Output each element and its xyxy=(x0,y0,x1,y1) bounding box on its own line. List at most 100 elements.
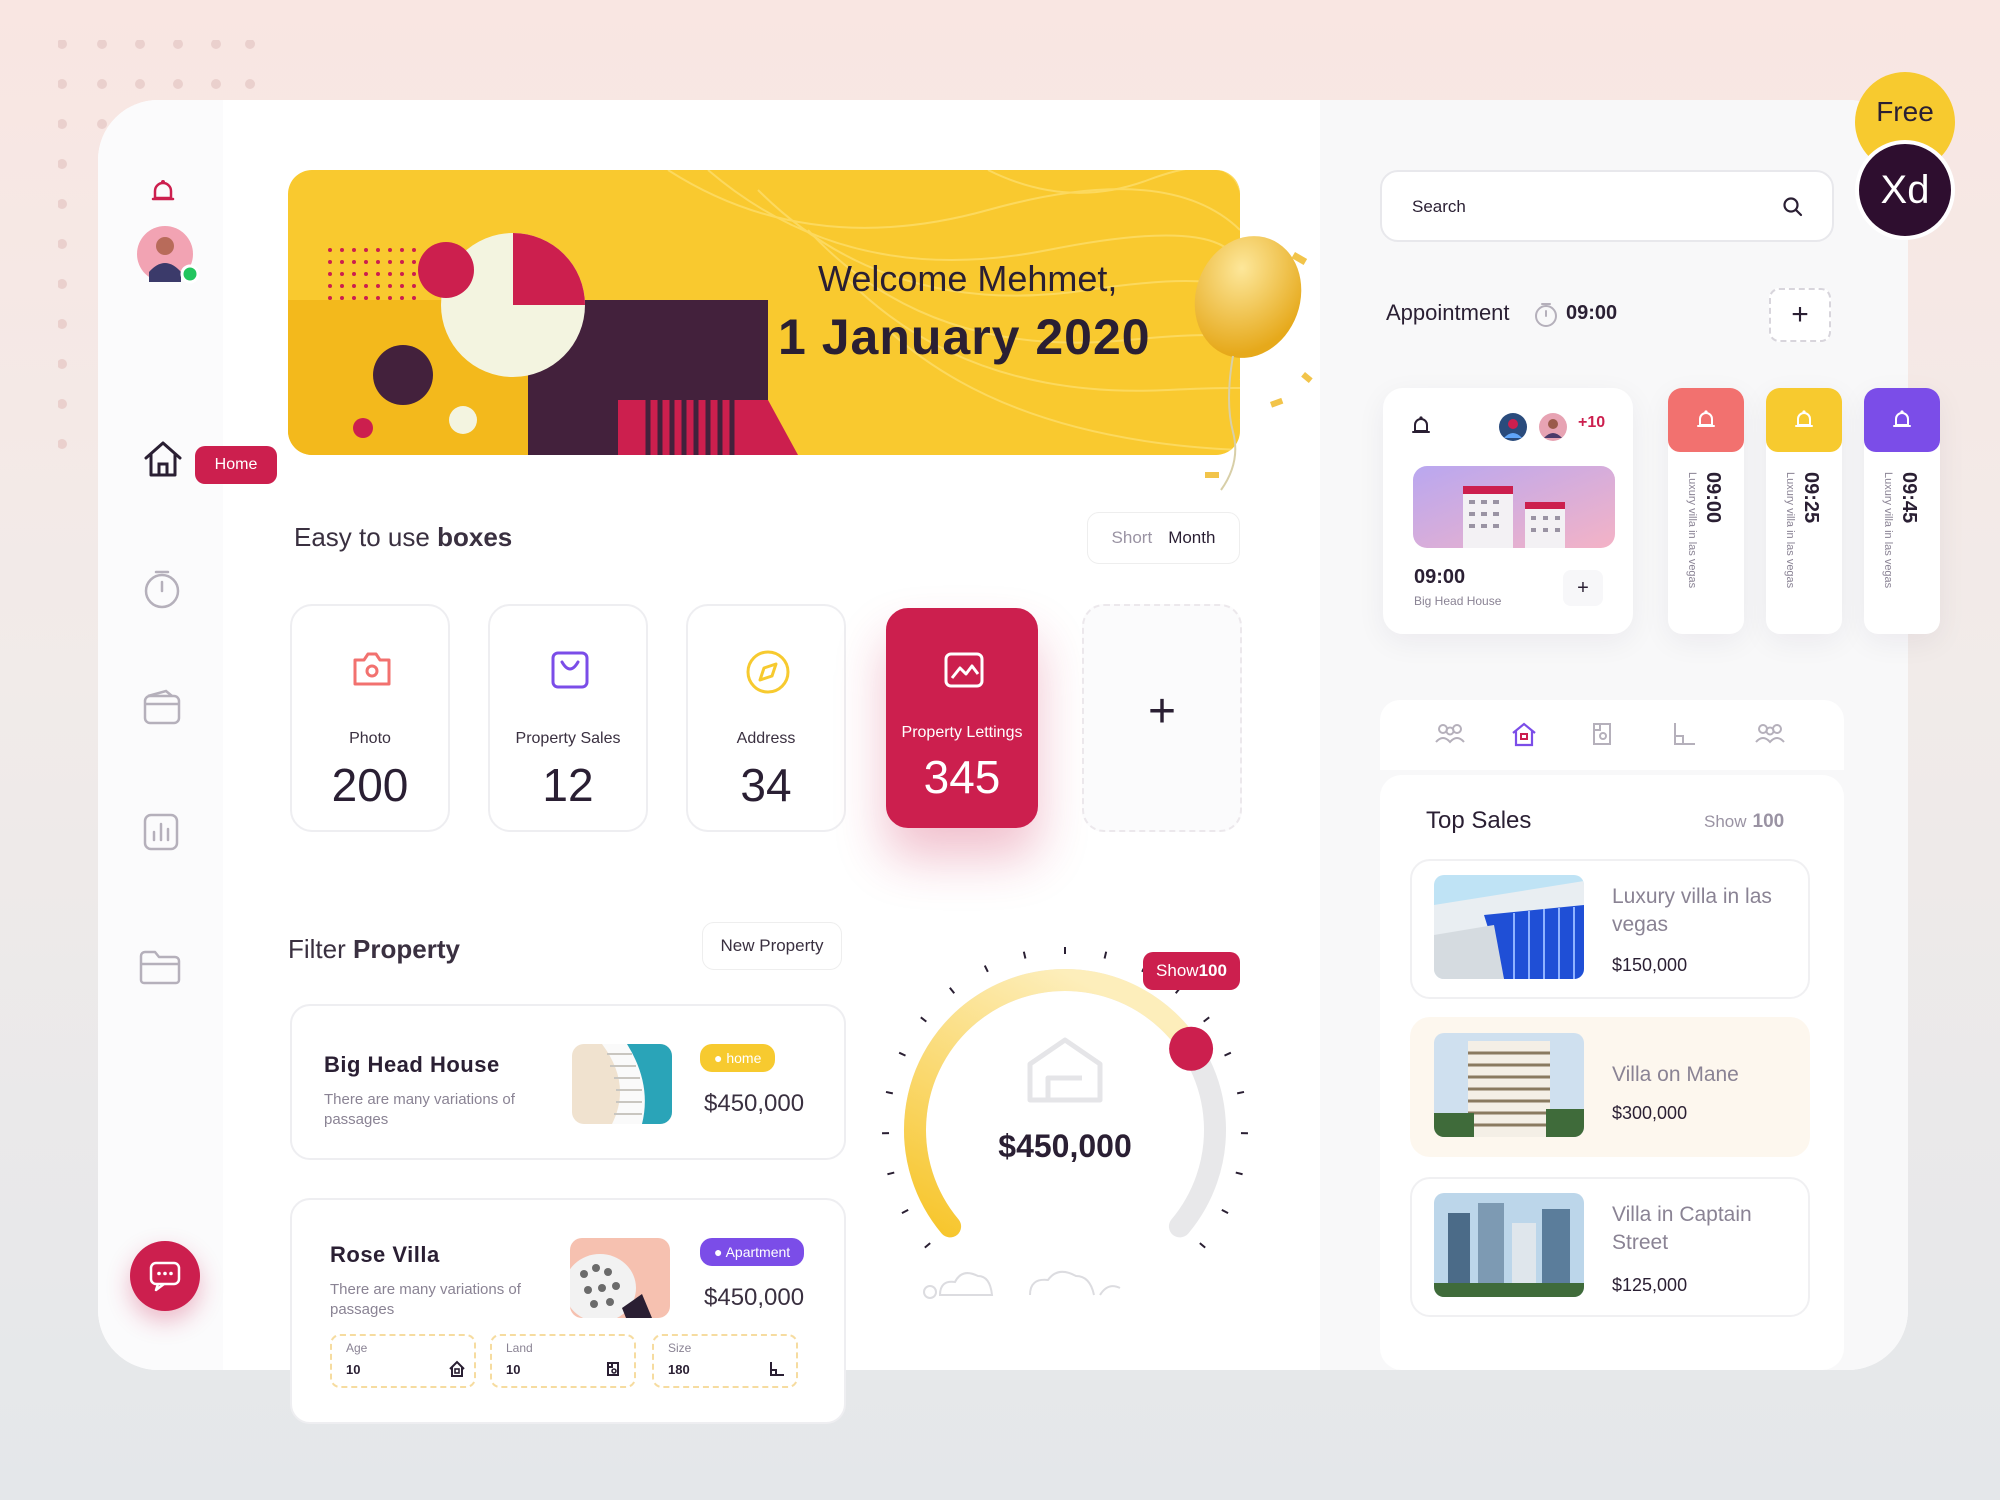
bell-icon xyxy=(1411,414,1431,438)
home-tooltip: Home xyxy=(195,446,277,484)
property-price: $450,000 xyxy=(704,1090,805,1117)
mini-card-header xyxy=(1668,388,1744,452)
property-thumbnail xyxy=(570,1238,670,1318)
add-appointment-button[interactable]: + xyxy=(1769,288,1831,342)
stat-label: Property Lettings xyxy=(901,724,1023,741)
sales-filter-tabs xyxy=(1380,700,1844,770)
appointment-card-add-button[interactable]: + xyxy=(1563,570,1603,606)
land-icon xyxy=(604,1360,622,1378)
sale-price: $300,000 xyxy=(1612,1103,1688,1123)
stat-box-property-lettings[interactable]: Property Lettings 345 xyxy=(886,608,1038,828)
welcome-greeting: Welcome Mehmet, xyxy=(818,258,1118,299)
people-icon[interactable] xyxy=(1754,722,1786,746)
size-icon[interactable] xyxy=(1670,720,1698,748)
appointment-card-time: 09:00 xyxy=(1414,566,1466,588)
size-icon xyxy=(768,1360,786,1378)
balloon-icon xyxy=(1194,236,1313,491)
spec-size: Size 180 xyxy=(652,1334,798,1388)
sale-item[interactable]: Luxury villa in las vegas $150,000 xyxy=(1410,859,1810,999)
sale-thumbnail xyxy=(1434,1193,1584,1297)
mini-card-desc: Luxury villa in las vegas xyxy=(1882,472,1894,589)
avatar[interactable] xyxy=(137,226,199,288)
sale-price: $150,000 xyxy=(1612,955,1688,975)
top-sales-panel: Top Sales Show 100 Luxury villa in las ve… xyxy=(1380,775,1844,1370)
property-description: There are many variations of passages xyxy=(330,1281,521,1318)
folder-icon[interactable] xyxy=(138,948,182,986)
gauge-tick xyxy=(1103,951,1108,959)
people-icon[interactable] xyxy=(1434,722,1466,746)
mini-card-time: 09:25 xyxy=(1800,472,1822,524)
gauge-tick xyxy=(887,1171,895,1176)
gauge-value: $450,000 xyxy=(998,1128,1132,1164)
home-icon[interactable] xyxy=(1510,720,1538,748)
gauge-tick xyxy=(1199,1242,1206,1249)
search-icon[interactable] xyxy=(1782,196,1804,218)
stat-value: 12 xyxy=(542,759,594,811)
appointment-mini-card[interactable]: 09:25 Luxury villa in las vegas xyxy=(1766,388,1842,634)
gauge-tick xyxy=(949,987,956,994)
bell-icon xyxy=(1696,408,1716,432)
home-icon xyxy=(1027,1037,1103,1103)
property-name: Big Head House xyxy=(324,1052,500,1077)
compass-icon xyxy=(744,648,792,696)
avatar xyxy=(1538,412,1568,442)
stat-box-address[interactable]: Address 34 xyxy=(686,604,846,832)
property-type-badge: ● home xyxy=(700,1044,776,1072)
bell-icon xyxy=(1892,408,1912,432)
spec-key: Size xyxy=(668,1341,692,1355)
appointment-image xyxy=(1413,466,1615,548)
filter-title-bold: Property xyxy=(353,934,460,964)
new-property-button[interactable]: New Property xyxy=(702,922,842,970)
spec-land: Land 10 xyxy=(490,1334,636,1388)
stat-box-photo[interactable]: Photo 200 xyxy=(290,604,450,832)
stat-value: 200 xyxy=(331,759,409,811)
mini-card-desc: Luxury villa in las vegas xyxy=(1784,472,1796,589)
property-card-rose-villa[interactable]: Rose Villa There are many variations of … xyxy=(290,1198,846,1424)
appointment-time: 09:00 xyxy=(1566,302,1618,324)
gauge-tick xyxy=(1236,1090,1245,1095)
sale-name: Luxury villa in las vegas xyxy=(1612,885,1772,936)
camera-icon xyxy=(350,648,394,690)
gauge-show-tag[interactable]: Show 100 xyxy=(1143,952,1240,990)
search-bar[interactable] xyxy=(1380,170,1834,242)
spec-value: 180 xyxy=(668,1362,690,1377)
bell-icon[interactable] xyxy=(150,178,176,206)
appointment-mini-card[interactable]: 09:00 Luxury villa in las vegas xyxy=(1668,388,1744,634)
home-icon xyxy=(448,1360,466,1378)
spec-age: Age 10 xyxy=(330,1334,476,1388)
search-input[interactable] xyxy=(1412,194,1772,220)
mini-card-time: 09:45 xyxy=(1898,472,1920,524)
appointment-mini-card[interactable]: 09:45 Luxury villa in las vegas xyxy=(1864,388,1940,634)
home-icon[interactable] xyxy=(142,438,184,480)
shopping-bag-icon xyxy=(548,648,592,692)
sale-item[interactable]: Villa in Captain Street $125,000 xyxy=(1410,1177,1810,1317)
clouds-decoration xyxy=(923,1270,1121,1299)
stat-box-property-sales[interactable]: Property Sales 12 xyxy=(488,604,648,832)
mini-card-header xyxy=(1766,388,1842,452)
chart-icon[interactable] xyxy=(142,812,180,852)
property-thumbnail xyxy=(572,1044,672,1124)
appointment-card[interactable]: +10 09:00 Big Head House + xyxy=(1383,388,1633,634)
timer-icon[interactable] xyxy=(142,568,182,610)
chat-button[interactable] xyxy=(130,1241,200,1311)
xd-label: Xd xyxy=(1880,168,1930,212)
appointment-card-place: Big Head House xyxy=(1414,594,1502,608)
toggle-short[interactable]: Short xyxy=(1112,528,1153,548)
sale-thumbnail xyxy=(1434,1033,1584,1137)
wallet-icon[interactable] xyxy=(142,688,182,726)
top-sales-show[interactable]: Show 100 xyxy=(1704,811,1784,833)
gauge-tick xyxy=(920,1016,927,1023)
gauge-tick xyxy=(1235,1171,1243,1176)
period-toggle[interactable]: Short Month xyxy=(1087,512,1240,564)
sale-item[interactable]: Villa on Mane $300,000 xyxy=(1410,1017,1810,1157)
add-box-button[interactable]: + xyxy=(1082,604,1242,832)
gauge-knob[interactable] xyxy=(1169,1026,1214,1071)
property-description: There are many variations of passages xyxy=(324,1091,515,1128)
property-card-big-head-house[interactable]: Big Head House There are many variations… xyxy=(290,1004,846,1160)
land-icon[interactable] xyxy=(1588,720,1616,748)
toggle-month[interactable]: Month xyxy=(1168,528,1215,548)
spec-value: 10 xyxy=(346,1362,361,1377)
show-label: Show xyxy=(1156,961,1199,980)
stat-label: Photo xyxy=(349,730,391,747)
boxes-title-bold: boxes xyxy=(437,522,513,552)
